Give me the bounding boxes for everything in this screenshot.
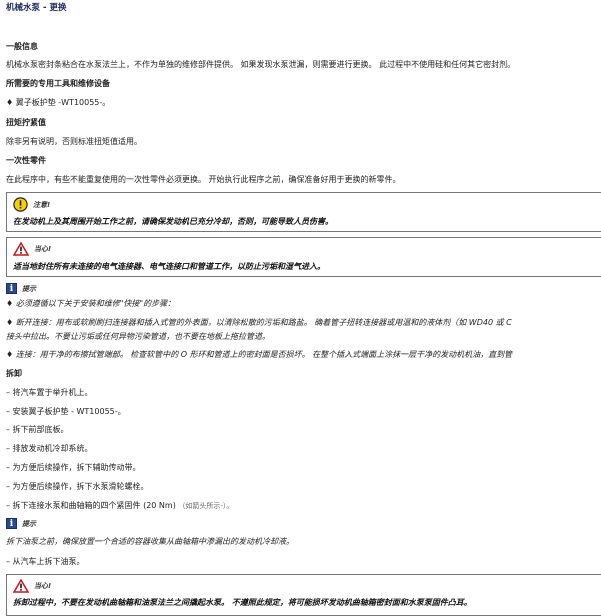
general-heading: 一般信息 xyxy=(6,42,38,51)
removal-step: – 为方便后续操作，拆下水泵滑轮螺栓。 xyxy=(6,482,149,491)
removal-step: – 为方便后续操作，拆下辅助传动带。 xyxy=(6,463,141,472)
note-text: 拆下油泵之前，确保放置一个合适的容器收集从曲轴箱中渗漏出的发动机冷却液。 xyxy=(6,537,294,546)
warning-triangle-icon xyxy=(13,242,29,256)
page-title: 机械水泵 - 更换 xyxy=(6,3,67,13)
caution-icon xyxy=(13,197,28,212)
removal-step: – 拆下连接水泵和曲轴箱的四个紧固件 (20 Nm) xyxy=(6,501,176,510)
removal-step: – 安装翼子板护垫 - WT10055-。 xyxy=(6,407,126,416)
note-label: 提示 xyxy=(22,284,36,293)
removal-step: – 从汽车上拆下油泵。 xyxy=(6,557,85,566)
warning-header: 当心! xyxy=(13,242,51,256)
caution-header: 注意! xyxy=(13,197,50,212)
warning-box: 当心! 拆卸过程中，不要在发动机曲轴箱和油泵法兰之间撬起水泵。 不遵照此规定，将… xyxy=(6,574,601,616)
single-use-heading: 一次性零件 xyxy=(6,156,46,165)
note-header: i 提示 xyxy=(6,518,36,529)
info-icon: i xyxy=(6,283,17,294)
caution-label: 注意! xyxy=(33,200,51,209)
note-line: 接头中拉出。不要让污垢或任何异物污染管道，也不要在地板上拖拉管道。 xyxy=(6,332,270,341)
torque-heading: 扭矩拧紧值 xyxy=(6,118,46,127)
note-line: ♦ 连接：用干净的布擦拭管端部。 检查软管中的 O 形环和管道上的密封面是否损坏… xyxy=(6,350,513,359)
warning-box: 当心! 适当地封住所有未连接的电气连接器、电气连接口和管道工作，以防止污垢和湿气… xyxy=(6,237,601,277)
general-text: 机械水泵密封条粘合在水泵法兰上，不作为单独的维修部件提供。 如果发现水泵泄漏，则… xyxy=(6,60,516,69)
caution-text: 在发动机上及其周围开始工作之前，请确保发动机已充分冷却，否则，可能导致人员伤害。 xyxy=(13,217,333,226)
warning-text: 适当地封住所有未连接的电气连接器、电气连接口和管道工作，以防止污垢和湿气进入。 xyxy=(13,262,325,271)
note-line: ♦ 断开连接：用布或软刷刷扫连接器和插入式管的外表面，以清除松散的污垢和路盐。 … xyxy=(6,318,512,327)
note-label: 提示 xyxy=(22,519,36,528)
torque-text: 除非另有说明，否则标准扭矩值适用。 xyxy=(6,137,142,146)
removal-step: – 排放发动机冷却系统。 xyxy=(6,444,93,453)
removal-step-7: – 拆下连接水泵和曲轴箱的四个紧固件 (20 Nm) （如箭头所示-）。 xyxy=(6,500,233,512)
note-header: i 提示 xyxy=(6,283,36,294)
arrow-hint: （如箭头所示-）。 xyxy=(178,502,234,510)
removal-step: – 将汽车置于举升机上。 xyxy=(6,388,93,397)
single-use-text: 在此程序中，有些不能重复使用的一次性零件必须更换。 开始执行此程序之前，确保准备… xyxy=(6,175,401,184)
warning-label: 当心! xyxy=(34,245,52,253)
warning-label: 当心! xyxy=(34,582,52,590)
warning-header: 当心! xyxy=(13,579,51,593)
caution-box: 注意! 在发动机上及其周围开始工作之前，请确保发动机已充分冷却，否则，可能导致人… xyxy=(6,192,601,232)
warning-triangle-icon xyxy=(13,579,29,593)
removal-heading: 拆卸 xyxy=(6,369,22,378)
note-line: ♦ 必须遵循以下关于安装和维修"快接"的步骤： xyxy=(6,299,176,308)
tools-heading: 所需要的专用工具和维修设备 xyxy=(6,79,110,88)
removal-step: – 拆下前部底板。 xyxy=(6,425,69,434)
info-icon: i xyxy=(6,518,17,529)
warning-text: 拆卸过程中，不要在发动机曲轴箱和油泵法兰之间撬起水泵。 不遵照此规定，将可能损坏… xyxy=(13,598,472,607)
tools-item: ♦ 翼子板护垫 -WT10055-。 xyxy=(6,98,111,107)
